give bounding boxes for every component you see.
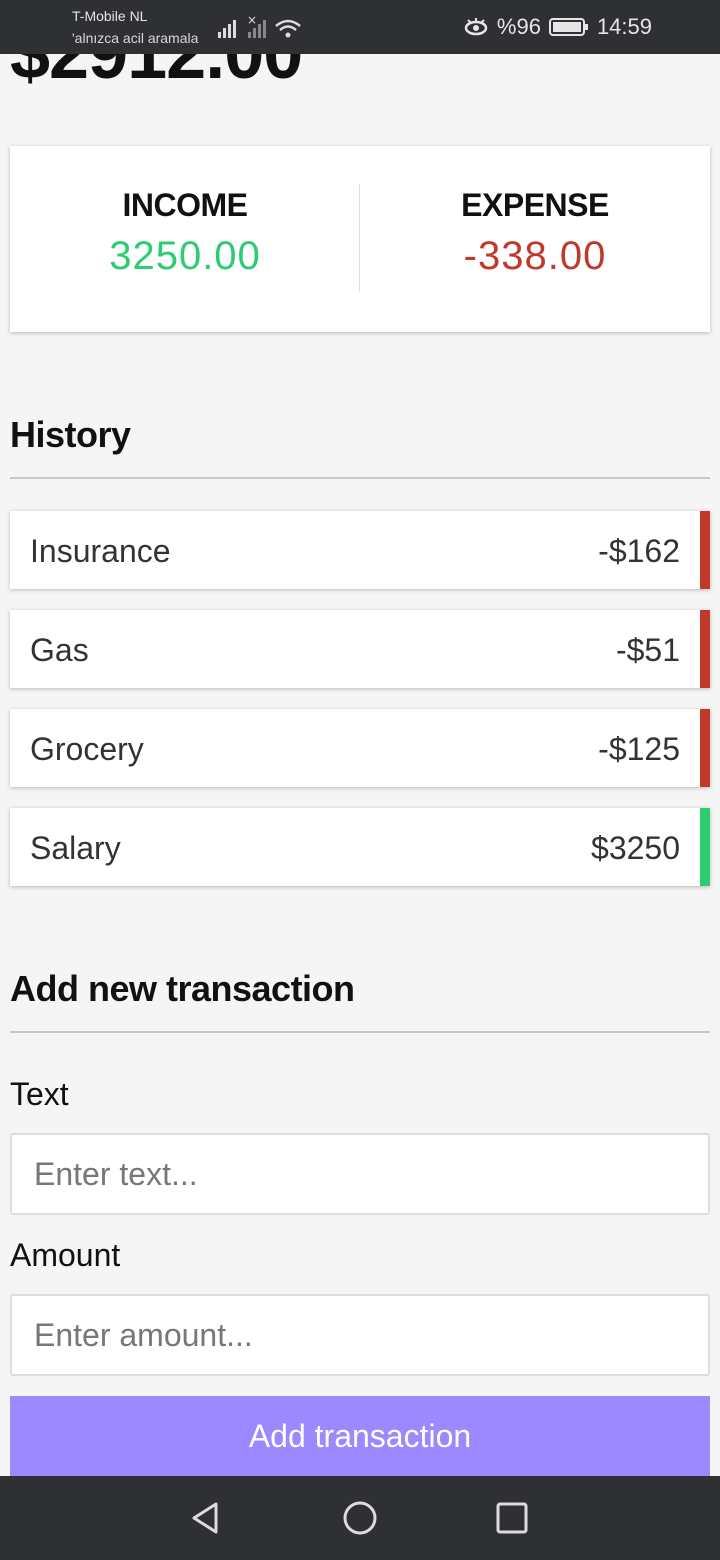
history-item-indicator [700,511,710,589]
income-block: INCOME 3250.00 [10,186,360,282]
history-item[interactable]: Salary $3250 [10,808,710,886]
amount-input[interactable]: Enter amount... [10,1294,710,1376]
add-transaction-button[interactable]: Add transaction [10,1396,710,1476]
income-value: 3250.00 [109,234,261,278]
carrier-status: 'alnızca acil aramala [72,30,199,46]
history-item-name: Insurance [30,533,171,569]
text-field-label: Text [10,1076,69,1112]
back-icon[interactable] [186,1498,226,1538]
signal-wifi-icons: × [218,14,301,38]
status-bar: T-Mobile NL 'alnızca acil aramala × %96 … [0,0,720,54]
carrier-name: T-Mobile NL [72,8,148,24]
expense-label: EXPENSE [461,187,609,223]
battery-percent: %96 [496,14,541,39]
text-input[interactable]: Enter text... [10,1133,710,1215]
add-transaction-title: Add new transaction [10,968,355,1009]
history-item[interactable]: Gas -$51 [10,610,710,688]
svg-text:×: × [247,14,257,27]
history-item-amount: -$125 [598,731,680,767]
history-title: History [10,414,131,455]
history-divider [10,477,710,479]
history-item[interactable]: Insurance -$162 [10,511,710,589]
expense-value: -338.00 [463,234,607,278]
history-item-indicator [700,709,710,787]
battery-icon [548,18,588,36]
history-item-amount: -$162 [598,533,680,569]
system-nav-bar [0,1476,720,1560]
history-item-indicator [700,808,710,886]
history-item-name: Salary [30,830,121,866]
home-icon[interactable] [340,1498,380,1538]
status-right-group: %96 14:59 [463,12,652,42]
history-item-name: Grocery [30,731,144,767]
clock: 14:59 [596,14,652,39]
amount-field-label: Amount [10,1237,121,1273]
income-expense-card: INCOME 3250.00 EXPENSE -338.00 [10,146,710,332]
add-transaction-divider [10,1031,710,1033]
history-item-amount: $3250 [591,830,680,866]
expense-block: EXPENSE -338.00 [360,186,710,282]
balance-amount: $2912.00 [10,54,303,94]
app-content[interactable]: $2912.00 INCOME 3250.00 EXPENSE -338.00 … [0,54,720,1476]
history-item-amount: -$51 [615,632,680,668]
history-item-name: Gas [30,632,89,668]
income-label: INCOME [122,187,249,223]
history-item-indicator [700,610,710,688]
recents-icon[interactable] [492,1498,532,1538]
eye-comfort-icon [464,18,488,36]
history-item[interactable]: Grocery -$125 [10,709,710,787]
